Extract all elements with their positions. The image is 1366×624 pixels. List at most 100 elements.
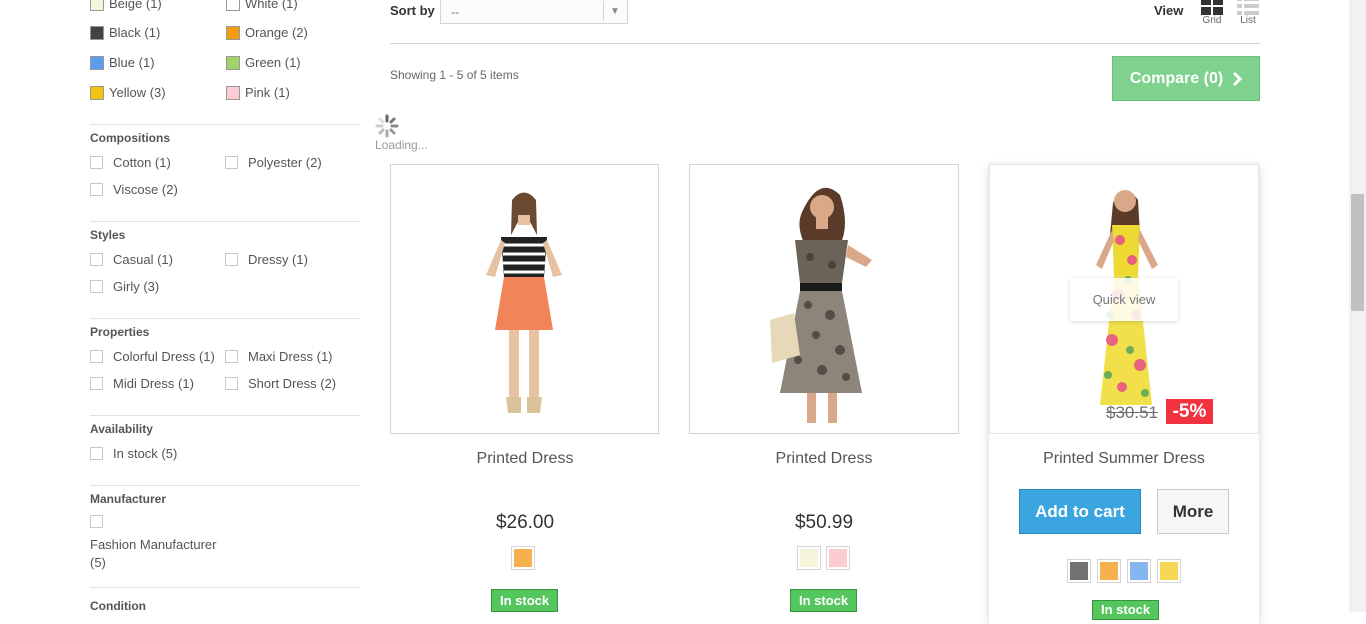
loading-spinner-icon — [375, 114, 399, 138]
color-swatch — [226, 25, 240, 40]
sort-value: -- — [451, 5, 459, 19]
view-label: View — [1154, 3, 1184, 18]
filter-colorful-dress[interactable]: Colorful Dress (1) — [90, 349, 215, 364]
product-name[interactable]: Printed Dress — [390, 450, 660, 468]
properties-title: Properties — [90, 325, 150, 339]
filter-label: Dressy (1) — [248, 252, 308, 267]
filter-label: Yellow (3) — [109, 85, 166, 100]
stock-badge: In stock — [790, 589, 858, 612]
checkbox[interactable] — [225, 377, 238, 390]
divider — [390, 43, 1260, 44]
color-filter-beige[interactable]: Beige (1) — [90, 0, 162, 11]
color-option-blue[interactable] — [1127, 559, 1151, 583]
color-swatch — [226, 85, 240, 100]
add-to-cart-button[interactable]: Add to cart — [1019, 489, 1141, 534]
filter-label: Pink (1) — [245, 85, 290, 100]
filter-maxi-dress[interactable]: Maxi Dress (1) — [225, 349, 333, 364]
sort-by-label: Sort by — [390, 3, 435, 18]
filter-cotton[interactable]: Cotton (1) — [90, 155, 171, 170]
list-icon — [1237, 0, 1259, 15]
color-swatch — [90, 0, 104, 11]
color-filter-white[interactable]: White (1) — [226, 0, 298, 11]
view-grid-button[interactable]: Grid — [1200, 0, 1224, 26]
old-price: $30.51 — [1106, 403, 1158, 422]
checkbox-fashion-manufacturer[interactable] — [90, 515, 103, 528]
loading-text: Loading... — [375, 138, 428, 152]
availability-title: Availability — [90, 422, 153, 436]
checkbox[interactable] — [225, 253, 238, 266]
filter-label: Cotton (1) — [113, 155, 171, 170]
filter-label: Beige (1) — [109, 0, 162, 11]
checkbox[interactable] — [225, 156, 238, 169]
compositions-title: Compositions — [90, 131, 170, 145]
chevron-down-icon: ▼ — [603, 1, 626, 21]
filter-label: Fashion Manufacturer — [90, 537, 217, 552]
product-image-link[interactable] — [390, 164, 659, 434]
filter-label: Green (1) — [245, 55, 301, 70]
color-option-yellow[interactable] — [1157, 559, 1181, 583]
color-swatch — [226, 0, 240, 11]
color-filter-blue[interactable]: Blue (1) — [90, 55, 155, 70]
view-list-button[interactable]: List — [1236, 0, 1260, 26]
filter-label: Maxi Dress (1) — [248, 349, 333, 364]
checkbox[interactable] — [90, 253, 103, 266]
checkbox[interactable] — [90, 156, 103, 169]
showing-count: Showing 1 - 5 of 5 items — [390, 68, 519, 82]
scrollbar-thumb[interactable] — [1351, 194, 1364, 311]
filter-label: Black (1) — [109, 25, 161, 40]
checkbox[interactable] — [225, 350, 238, 363]
checkbox[interactable] — [90, 280, 103, 293]
checkbox[interactable] — [90, 183, 103, 196]
divider — [90, 221, 360, 222]
filter-casual[interactable]: Casual (1) — [90, 252, 173, 267]
color-filter-yellow[interactable]: Yellow (3) — [90, 85, 166, 100]
color-option-orange[interactable] — [511, 546, 535, 570]
stock-badge: In stock — [1092, 600, 1160, 620]
manufacturer-title: Manufacturer — [90, 492, 167, 506]
sort-select[interactable]: -- ▼ — [440, 0, 628, 24]
color-swatch — [90, 85, 104, 100]
divider — [90, 587, 360, 588]
filter-dressy[interactable]: Dressy (1) — [225, 252, 308, 267]
filter-label: Girly (3) — [113, 279, 160, 294]
filter-in-stock[interactable]: In stock (5) — [90, 446, 177, 461]
product-photo — [486, 192, 562, 413]
filter-short-dress[interactable]: Short Dress (2) — [225, 376, 336, 391]
filter-polyester[interactable]: Polyester (2) — [225, 155, 322, 170]
condition-title: Condition — [90, 599, 146, 613]
color-filter-pink[interactable]: Pink (1) — [226, 85, 290, 100]
divider — [90, 415, 360, 416]
color-swatch — [90, 25, 104, 40]
color-filter-orange[interactable]: Orange (2) — [226, 25, 308, 40]
stock-badge: In stock — [491, 589, 559, 612]
color-filter-black[interactable]: Black (1) — [90, 25, 160, 40]
filter-girly[interactable]: Girly (3) — [90, 279, 159, 294]
list-label: List — [1240, 15, 1256, 26]
product-name[interactable]: Printed Summer Dress — [989, 450, 1259, 468]
filter-label: Colorful Dress (1) — [113, 349, 215, 364]
compare-button[interactable]: Compare (0) — [1112, 56, 1260, 101]
filter-label: Viscose (2) — [113, 182, 178, 197]
product-image-link[interactable] — [689, 164, 959, 434]
color-option-beige[interactable] — [797, 546, 821, 570]
filter-label: Orange (2) — [245, 25, 308, 40]
color-option-grey[interactable] — [1067, 559, 1091, 583]
color-option-orange[interactable] — [1097, 559, 1121, 583]
filter-label: Midi Dress (1) — [113, 376, 194, 391]
color-option-pink[interactable] — [826, 546, 850, 570]
filter-viscose[interactable]: Viscose (2) — [90, 182, 178, 197]
checkbox[interactable] — [90, 350, 103, 363]
more-button[interactable]: More — [1157, 489, 1229, 534]
quick-view-button[interactable]: Quick view — [1070, 278, 1178, 321]
product-price: $26.00 — [495, 512, 555, 533]
divider — [90, 124, 360, 125]
filter-label: In stock (5) — [113, 446, 178, 461]
filter-midi-dress[interactable]: Midi Dress (1) — [90, 376, 194, 391]
checkbox[interactable] — [90, 377, 103, 390]
styles-title: Styles — [90, 228, 126, 242]
product-photo — [770, 187, 872, 423]
color-filter-green[interactable]: Green (1) — [226, 55, 301, 70]
checkbox[interactable] — [90, 447, 103, 460]
filter-fashion-manufacturer[interactable]: Fashion Manufacturer (5) — [90, 536, 216, 572]
product-name[interactable]: Printed Dress — [689, 450, 959, 468]
